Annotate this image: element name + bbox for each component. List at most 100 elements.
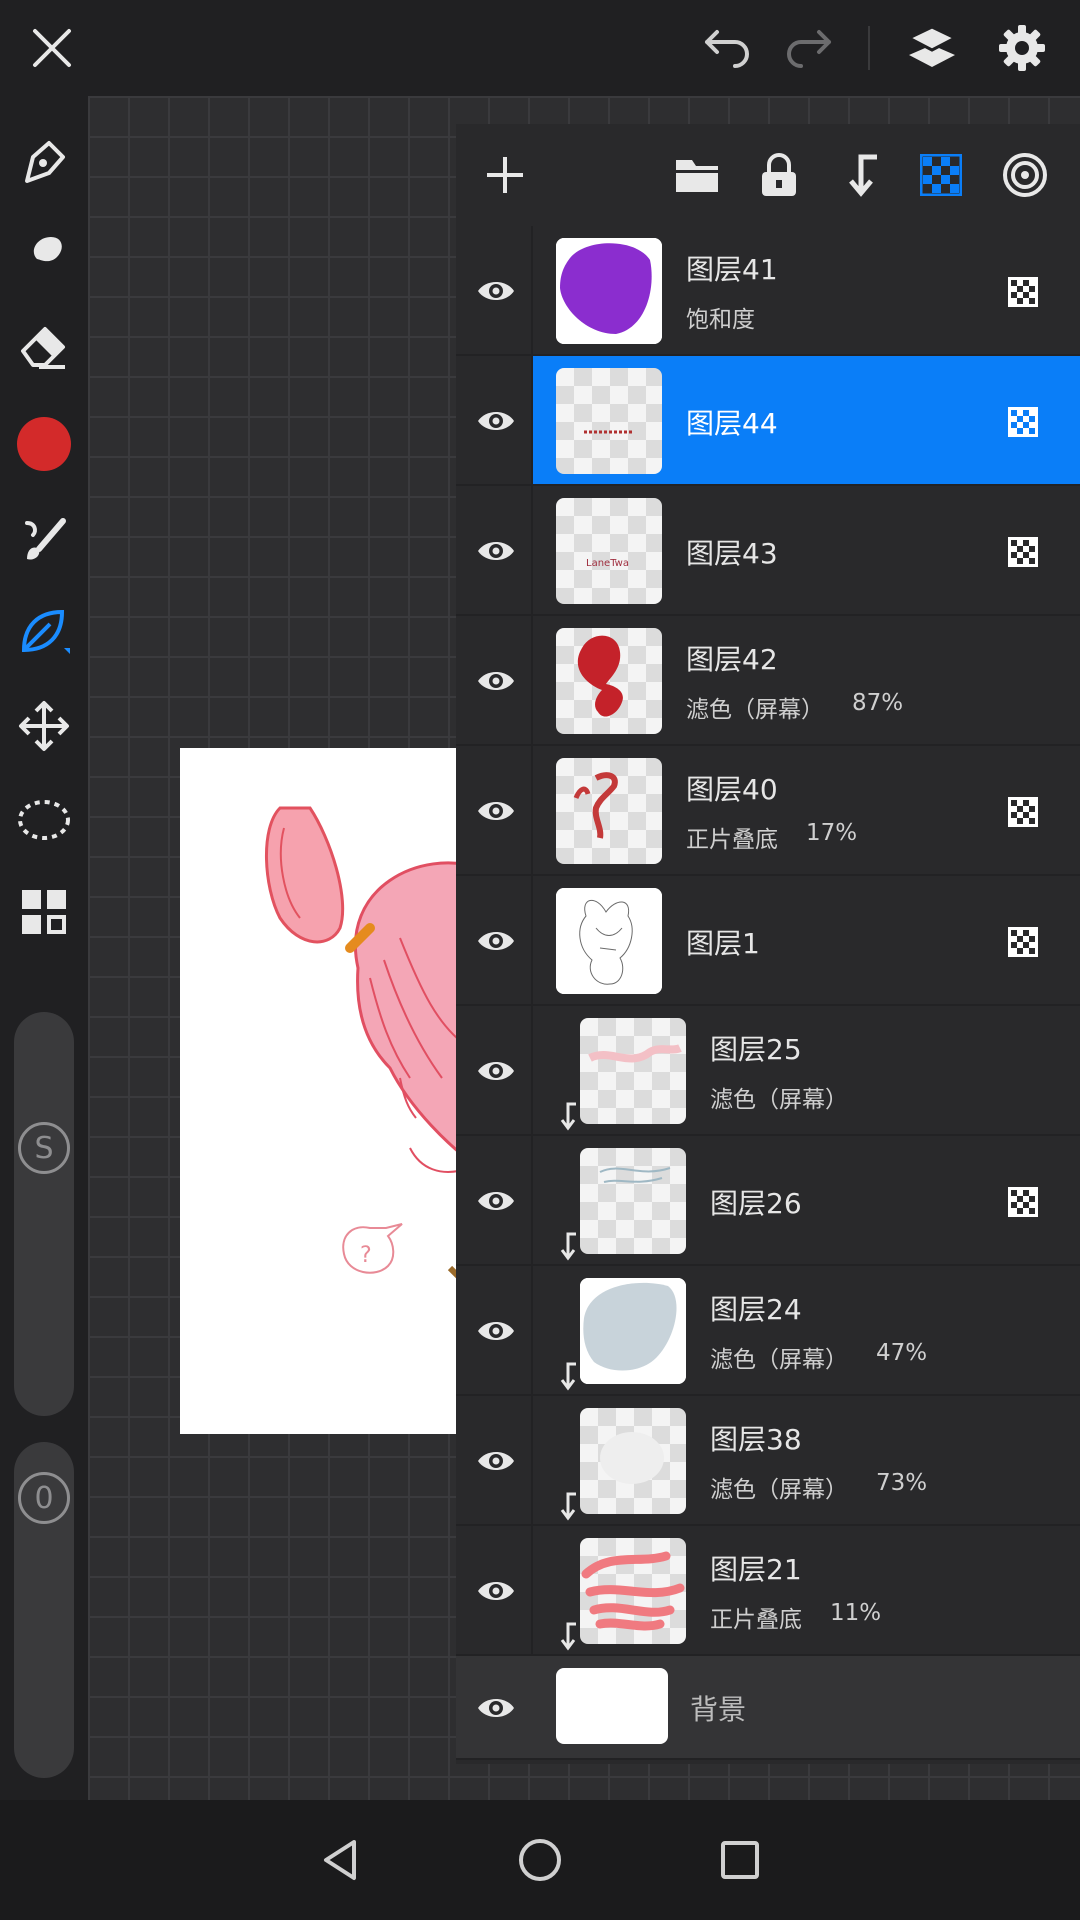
layer-row-divider bbox=[531, 1006, 533, 1134]
layer-blend-mode: 正片叠底 bbox=[710, 1607, 802, 1633]
layer-row[interactable]: 图层40 正片叠底 17% bbox=[456, 746, 1080, 876]
undo-icon[interactable] bbox=[700, 20, 756, 76]
layer-thumbnail bbox=[556, 628, 662, 734]
layer-row[interactable]: LaneTwa 图层43 bbox=[456, 486, 1080, 616]
layer-blend-mode: 滤色（屏幕） bbox=[710, 1347, 848, 1373]
eye-icon[interactable] bbox=[468, 1303, 524, 1359]
layer-name: 图层44 bbox=[686, 407, 778, 440]
layers-panel-header bbox=[456, 124, 1080, 226]
checker-icon[interactable] bbox=[912, 146, 970, 204]
lock-icon[interactable] bbox=[750, 146, 808, 204]
eye-icon[interactable] bbox=[468, 913, 524, 969]
clip-indicator-icon bbox=[556, 1362, 580, 1392]
toolbar-divider bbox=[868, 26, 870, 70]
brush-tool-icon[interactable] bbox=[14, 510, 74, 570]
layer-row[interactable]: 图层24 滤色（屏幕） 47% bbox=[456, 1266, 1080, 1396]
clip-down-icon[interactable] bbox=[832, 146, 890, 204]
layer-row[interactable]: 图层25 滤色（屏幕） bbox=[456, 1006, 1080, 1136]
layers-icon[interactable] bbox=[904, 20, 960, 76]
opacity-slider-knob[interactable]: 0 bbox=[18, 1472, 70, 1524]
layer-row-divider bbox=[531, 1136, 533, 1264]
move-tool-icon[interactable] bbox=[14, 696, 74, 756]
layer-thumbnail bbox=[556, 368, 662, 474]
eye-icon[interactable] bbox=[468, 1680, 524, 1736]
layer-row-divider bbox=[531, 486, 533, 614]
layer-name: 图层38 bbox=[710, 1423, 802, 1456]
layer-row[interactable]: 图层42 滤色（屏幕） 87% bbox=[456, 616, 1080, 746]
alpha-lock-icon[interactable] bbox=[1008, 797, 1038, 827]
brush-size-slider[interactable] bbox=[14, 1012, 74, 1416]
clip-indicator-icon bbox=[556, 1622, 580, 1652]
layer-thumbnail bbox=[556, 238, 662, 344]
left-toolbar: S 0 bbox=[0, 96, 88, 1800]
layer-name: 图层26 bbox=[710, 1187, 802, 1220]
layer-row[interactable]: 图层26 bbox=[456, 1136, 1080, 1266]
grid-tool-icon[interactable] bbox=[14, 882, 74, 942]
plus-icon[interactable] bbox=[476, 146, 534, 204]
top-toolbar bbox=[0, 0, 1080, 96]
close-icon[interactable] bbox=[24, 20, 80, 76]
layer-row-divider bbox=[531, 1396, 533, 1524]
folder-icon[interactable] bbox=[668, 146, 726, 204]
alpha-lock-icon[interactable] bbox=[1008, 1187, 1038, 1217]
layer-row-divider bbox=[531, 876, 533, 1004]
layer-row-divider bbox=[531, 1266, 533, 1394]
eye-icon[interactable] bbox=[468, 783, 524, 839]
layer-thumbnail: LaneTwa bbox=[556, 498, 662, 604]
lasso-tool-icon[interactable] bbox=[14, 790, 74, 850]
redo-icon[interactable] bbox=[780, 20, 836, 76]
layer-row-divider bbox=[531, 1526, 533, 1654]
layer-row[interactable]: 图层41 饱和度 bbox=[456, 226, 1080, 356]
layer-thumbnail bbox=[580, 1408, 686, 1514]
layer-opacity: 47% bbox=[876, 1340, 928, 1366]
layer-blend-mode: 滤色（屏幕） bbox=[710, 1087, 848, 1113]
eye-icon[interactable] bbox=[468, 1173, 524, 1229]
eye-icon[interactable] bbox=[468, 1563, 524, 1619]
eye-icon[interactable] bbox=[468, 1043, 524, 1099]
eye-icon[interactable] bbox=[468, 263, 524, 319]
layer-thumbnail bbox=[580, 1278, 686, 1384]
layer-row[interactable]: 图层1 bbox=[456, 876, 1080, 1006]
svg-text:?: ? bbox=[360, 1243, 372, 1268]
layer-row[interactable]: 图层21 正片叠底 11% bbox=[456, 1526, 1080, 1656]
layer-opacity: 87% bbox=[852, 690, 904, 716]
eye-icon[interactable] bbox=[468, 523, 524, 579]
gear-icon[interactable] bbox=[994, 20, 1050, 76]
layer-name: 图层24 bbox=[710, 1293, 802, 1326]
leaf-tool-icon[interactable] bbox=[14, 602, 74, 662]
alpha-lock-icon[interactable] bbox=[1008, 277, 1038, 307]
background-layer-row[interactable]: 背景 bbox=[456, 1656, 1080, 1760]
svg-text:LaneTwa: LaneTwa bbox=[586, 558, 629, 569]
alpha-lock-icon[interactable] bbox=[1008, 537, 1038, 567]
layer-thumbnail bbox=[556, 1668, 668, 1744]
target-icon[interactable] bbox=[996, 146, 1054, 204]
smudge-tool-icon[interactable] bbox=[14, 224, 74, 284]
layer-blend-mode: 滤色（屏幕） bbox=[710, 1477, 848, 1503]
size-slider-knob[interactable]: S bbox=[18, 1122, 70, 1174]
layer-name: 图层42 bbox=[686, 643, 778, 676]
pen-tool-icon[interactable] bbox=[14, 132, 74, 192]
recents-square-icon[interactable] bbox=[710, 1830, 770, 1890]
layer-opacity: 11% bbox=[830, 1600, 882, 1626]
home-circle-icon[interactable] bbox=[510, 1830, 570, 1890]
layer-row[interactable]: 图层38 滤色（屏幕） 73% bbox=[456, 1396, 1080, 1526]
clip-indicator-icon bbox=[556, 1232, 580, 1262]
color-swatch[interactable] bbox=[14, 414, 74, 474]
eye-icon[interactable] bbox=[468, 393, 524, 449]
eye-icon[interactable] bbox=[468, 653, 524, 709]
alpha-lock-icon[interactable] bbox=[1008, 927, 1038, 957]
layer-blend-mode: 饱和度 bbox=[686, 307, 755, 333]
layer-name: 图层1 bbox=[686, 927, 760, 960]
layer-name: 图层25 bbox=[710, 1033, 802, 1066]
clip-indicator-icon bbox=[556, 1102, 580, 1132]
layer-row[interactable]: 图层44 bbox=[456, 356, 1080, 486]
eraser-tool-icon[interactable] bbox=[14, 316, 74, 376]
layer-opacity: 73% bbox=[876, 1470, 928, 1496]
back-triangle-icon[interactable] bbox=[310, 1830, 370, 1890]
layer-row-divider bbox=[531, 746, 533, 874]
layer-name: 背景 bbox=[690, 1693, 747, 1726]
eye-icon[interactable] bbox=[468, 1433, 524, 1489]
alpha-lock-icon[interactable] bbox=[1008, 407, 1038, 437]
artboard[interactable]: ? bbox=[180, 748, 480, 1434]
layer-name: 图层21 bbox=[710, 1553, 802, 1586]
